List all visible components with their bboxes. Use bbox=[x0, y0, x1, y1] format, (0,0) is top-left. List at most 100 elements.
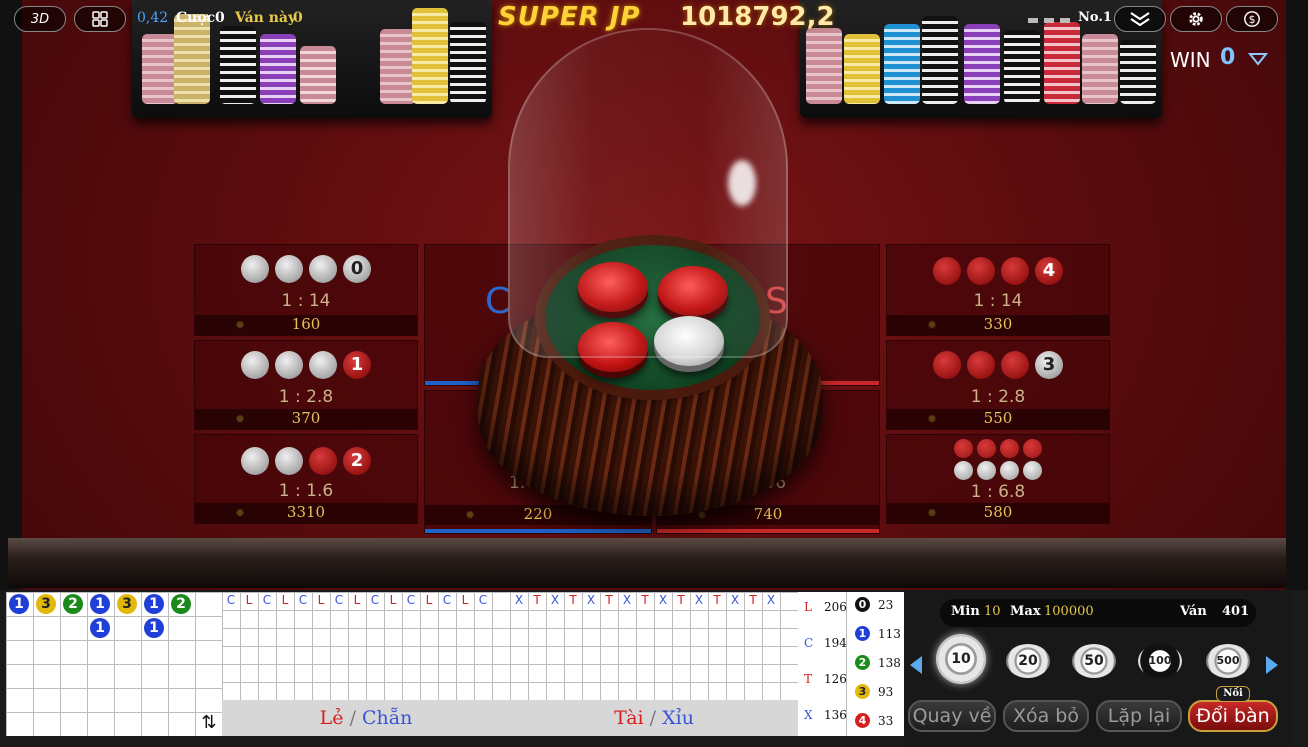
stat-letter-count: 194 bbox=[824, 636, 847, 650]
stat-ball: 4 bbox=[855, 713, 870, 728]
back-button[interactable]: Quay về bbox=[908, 700, 996, 732]
swap-arrows-icon[interactable]: ⇅ bbox=[198, 712, 220, 734]
le-chan-mark: C bbox=[442, 593, 452, 607]
tab-separator: / bbox=[649, 707, 657, 729]
top-bar: 3D 0,42 Cược 0 Ván này 0 SUPER JP 101879… bbox=[0, 0, 1308, 72]
bet-value: 0 bbox=[215, 10, 225, 26]
bet-amount: 550 bbox=[887, 409, 1109, 429]
repeat-button[interactable]: Lặp lại bbox=[1096, 700, 1182, 732]
tai-xiu-mark: X bbox=[586, 593, 596, 607]
settings-button[interactable] bbox=[1170, 6, 1222, 32]
chip-scroll-right-icon[interactable] bbox=[1266, 656, 1278, 674]
triangle-down-icon[interactable] bbox=[1248, 52, 1268, 66]
history-ball: 1 bbox=[144, 594, 164, 614]
tai-xiu-mark: T bbox=[713, 593, 721, 607]
badge-one: 1 bbox=[343, 351, 371, 379]
chip-100-button[interactable]: 100 bbox=[1138, 644, 1182, 678]
bet-three-red[interactable]: 3 1 : 2.8 ✹ 550 bbox=[886, 340, 1110, 430]
stat-ball-count: 23 bbox=[878, 598, 894, 612]
le-chan-mark: L bbox=[461, 593, 469, 607]
max-label: Max bbox=[1010, 604, 1041, 619]
chan-label: C bbox=[485, 281, 511, 322]
tai-xiu-mark: X bbox=[550, 593, 560, 607]
tai-xiu-mark: T bbox=[533, 593, 541, 607]
le-chan-mark: C bbox=[298, 593, 308, 607]
chan-tab-label: Chẵn bbox=[362, 707, 413, 729]
dome-highlight bbox=[728, 160, 756, 206]
history-ball: 3 bbox=[117, 594, 137, 614]
grid-icon bbox=[92, 11, 108, 27]
odds-label: 1 : 6.8 bbox=[970, 482, 1026, 502]
tai-xiu-mark: T bbox=[605, 593, 613, 607]
stat-letter: L bbox=[804, 600, 812, 614]
stat-letter-count: 206 bbox=[824, 600, 847, 614]
round-bet-label: Ván này bbox=[235, 10, 297, 26]
tab-separator: / bbox=[349, 707, 356, 729]
tai-xiu-tab[interactable]: Tài / Xỉu bbox=[510, 700, 798, 736]
stat-ball-count: 93 bbox=[878, 685, 894, 699]
stat-letter-count: 126 bbox=[824, 672, 847, 686]
badge-zero: 0 bbox=[343, 255, 371, 283]
stat-ball-count: 138 bbox=[878, 656, 901, 670]
le-chan-mark: C bbox=[370, 593, 380, 607]
stat-ball-count: 113 bbox=[878, 627, 901, 641]
le-chan-mark: L bbox=[281, 593, 289, 607]
dollar-refresh-icon: $ bbox=[1244, 11, 1260, 27]
stat-ball: 3 bbox=[855, 684, 870, 699]
bet-amount: 3310 bbox=[195, 503, 417, 523]
stat-letter: C bbox=[804, 636, 814, 650]
chip-50-button[interactable]: 50 bbox=[1072, 644, 1116, 678]
grid-menu-button[interactable] bbox=[74, 6, 126, 32]
stat-letter: X bbox=[804, 708, 813, 722]
tai-xiu-mark: T bbox=[641, 593, 649, 607]
le-chan-mark: L bbox=[353, 593, 361, 607]
collapse-button[interactable] bbox=[1114, 6, 1166, 32]
badge-three: 3 bbox=[1035, 351, 1063, 379]
left-edge bbox=[0, 0, 22, 590]
tai-xiu-mark: X bbox=[514, 593, 524, 607]
result-history-grid: 132131211 bbox=[6, 592, 222, 736]
bet-four-white[interactable]: 0 1 : 14 ✹ 160 bbox=[194, 244, 418, 336]
tai-xiu-mark: T bbox=[677, 593, 685, 607]
mode-3d-button[interactable]: 3D bbox=[14, 6, 66, 32]
clear-button[interactable]: Xóa bỏ bbox=[1003, 700, 1089, 732]
tai-xiu-mark: X bbox=[622, 593, 632, 607]
tai-xiu-grid: XTXTXTXTXTXTXTX bbox=[510, 592, 798, 700]
le-chan-mark: L bbox=[425, 593, 433, 607]
le-tab-label: Lẻ bbox=[319, 707, 344, 729]
history-ball: 2 bbox=[171, 594, 191, 614]
tai-xiu-mark: X bbox=[766, 593, 776, 607]
svg-text:$: $ bbox=[1249, 13, 1256, 26]
odds-label: 1 : 1.6 bbox=[278, 481, 334, 501]
history-ball: 1 bbox=[144, 618, 164, 638]
odds-label: 1 : 14 bbox=[281, 291, 331, 311]
history-ball: 2 bbox=[63, 594, 83, 614]
bet-four-red-four-white[interactable]: 1 : 6.8 ✹ 580 bbox=[886, 434, 1110, 524]
stat-ball: 0 bbox=[855, 597, 870, 612]
badge-four: 4 bbox=[1035, 257, 1063, 285]
currency-button[interactable]: $ bbox=[1226, 6, 1278, 32]
chip-500-button[interactable]: 500 bbox=[1206, 644, 1250, 678]
le-chan-mark: L bbox=[245, 593, 253, 607]
round-value: 401 bbox=[1222, 604, 1250, 619]
le-chan-mark: C bbox=[334, 593, 344, 607]
bet-four-red[interactable]: 4 1 : 14 ✹ 330 bbox=[886, 244, 1110, 336]
stat-ball: 2 bbox=[855, 655, 870, 670]
rank-label: No.1 bbox=[1078, 10, 1112, 25]
bet-two-white[interactable]: 2 1 : 1.6 ✹ 3310 bbox=[194, 434, 418, 524]
history-ball: 1 bbox=[90, 594, 110, 614]
rank-placeholder bbox=[1028, 18, 1070, 24]
le-chan-tab[interactable]: Lẻ / Chẵn bbox=[222, 700, 510, 736]
bet-three-white[interactable]: 1 1 : 2.8 ✹ 370 bbox=[194, 340, 418, 430]
chip-10-button[interactable]: 10 bbox=[938, 636, 984, 682]
badge-two: 2 bbox=[343, 447, 371, 475]
switch-table-button[interactable]: Đổi bàn bbox=[1188, 700, 1278, 732]
bet-amount: 330 bbox=[887, 315, 1109, 335]
min-label: Min bbox=[951, 604, 980, 619]
tai-xiu-mark: T bbox=[749, 593, 757, 607]
balance: 0,42 bbox=[137, 10, 169, 26]
tai-xiu-mark: X bbox=[730, 593, 740, 607]
chip-scroll-left-icon[interactable] bbox=[910, 656, 922, 674]
le-chan-mark: L bbox=[389, 593, 397, 607]
chip-20-button[interactable]: 20 bbox=[1006, 644, 1050, 678]
